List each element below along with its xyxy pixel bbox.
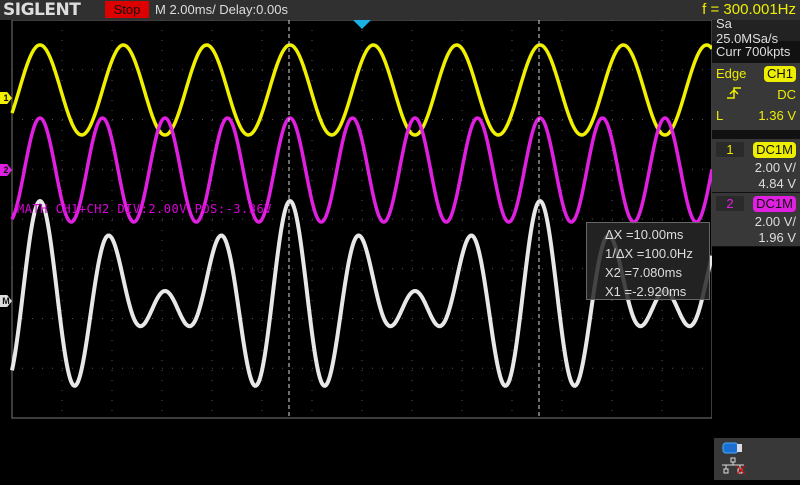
cursor-readout: ΔX =10.00ms 1/ΔX =100.0Hz X2 =7.080ms X1… [586, 222, 710, 300]
status-tray [714, 438, 800, 480]
memory-depth: Curr 700kpts [712, 41, 800, 62]
ch2-coupling: DC1M [753, 195, 796, 212]
top-bar: SIGLENT Stop M 2.00ms/ Delay:0.00s f = 3… [0, 0, 800, 20]
usb-icon [722, 442, 742, 454]
side-panel: Sa 25.0MSa/s Curr 700kpts Edge CH1 DC L 1.… [712, 15, 800, 247]
ch1-coupling: DC1M [753, 141, 796, 158]
trigger-level: 1.36 V [758, 108, 796, 123]
ch1-panel[interactable]: 1 DC1M 2.00 V/ 4.84 V [712, 139, 800, 193]
ch1-scale: 2.00 V/ [754, 160, 796, 175]
math-label: MATH CH1+CH2 DIV:2.00V POS:-3.36V [17, 202, 272, 216]
run-stop-status[interactable]: Stop [105, 1, 149, 18]
ch2-number: 2 [716, 196, 744, 211]
cursor-x2-value: X2 =7.080ms [605, 265, 682, 280]
trigger-panel[interactable]: Edge CH1 DC L 1.36 V [712, 63, 800, 131]
trigger-source: CH1 [763, 65, 796, 82]
network-disconnected-icon [722, 457, 746, 475]
cursor-inverse-delta-x: 1/ΔX =100.0Hz [605, 246, 693, 261]
ch2-panel[interactable]: 2 DC1M 2.00 V/ 1.96 V [712, 193, 800, 247]
rising-edge-icon [716, 86, 742, 103]
waveform-display[interactable] [0, 20, 712, 420]
cursor-x1-value: X1 =-2.920ms [605, 284, 687, 299]
sample-rate: Sa 25.0MSa/s [716, 15, 779, 46]
ch1-number: 1 [716, 142, 744, 157]
siglent-logo: SIGLENT [3, 0, 81, 20]
trigger-level-label: L [716, 108, 724, 123]
ch2-offset: 1.96 V [758, 230, 796, 245]
trigger-coupling: DC [777, 87, 796, 102]
ch2-scale: 2.00 V/ [754, 214, 796, 229]
ch1-offset: 4.84 V [758, 176, 796, 191]
trigger-position-marker [353, 20, 371, 29]
acquisition-panel[interactable]: Sa 25.0MSa/s Curr 700kpts [712, 15, 800, 63]
timebase-readout[interactable]: M 2.00ms/ Delay:0.00s [155, 0, 288, 20]
trigger-type: Edge [716, 66, 747, 81]
cursor-delta-x: ΔX =10.00ms [605, 227, 684, 242]
